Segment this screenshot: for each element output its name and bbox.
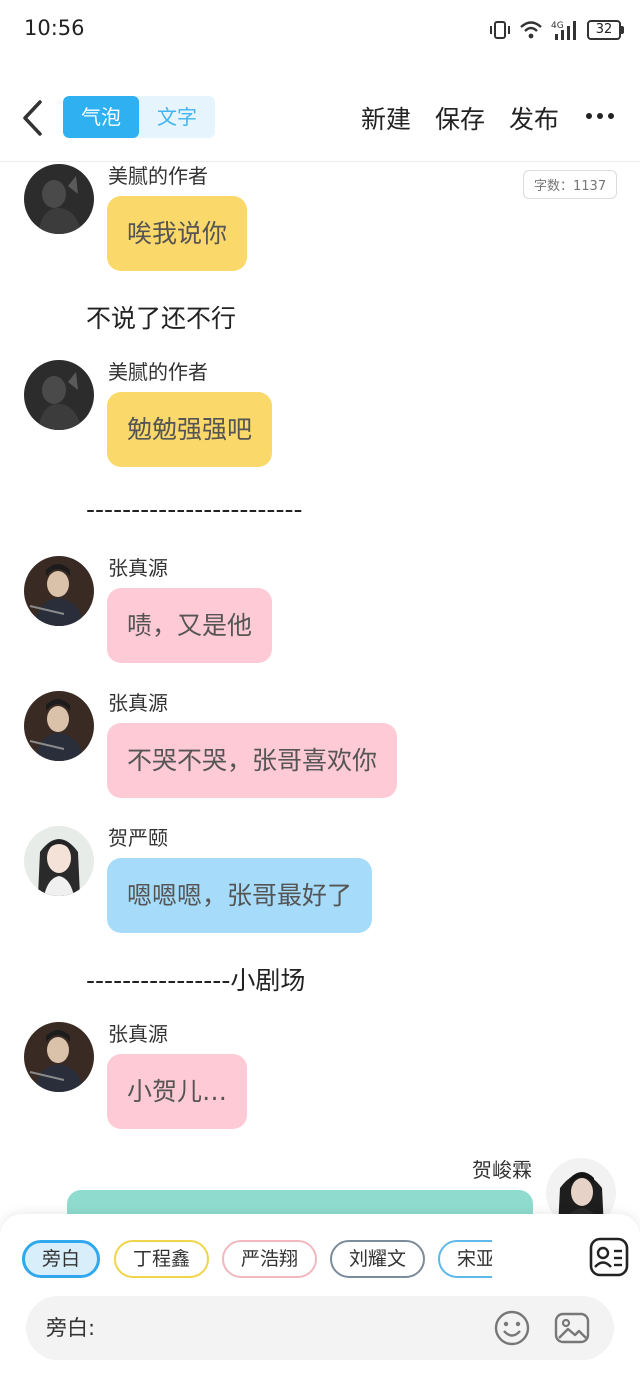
message-bubble[interactable] xyxy=(67,1190,533,1214)
character-selector[interactable]: 旁白 丁程鑫 严浩翔 刘耀文 宋亚轩 xyxy=(22,1240,492,1278)
sender-name: 贺严颐 xyxy=(108,826,168,850)
character-chip[interactable]: 刘耀文 xyxy=(330,1240,425,1278)
input-panel: 旁白 丁程鑫 严浩翔 刘耀文 宋亚轩 旁白: xyxy=(0,1214,640,1387)
wifi-icon xyxy=(520,21,542,39)
avatar[interactable] xyxy=(24,1022,94,1092)
avatar[interactable] xyxy=(24,556,94,626)
new-button[interactable]: 新建 xyxy=(361,100,411,136)
sender-name: 美腻的作者 xyxy=(108,164,208,188)
message-bubble[interactable]: 小贺儿… xyxy=(107,1054,248,1129)
mode-toggle: 气泡 文字 xyxy=(63,96,215,138)
input-role-label: 旁白: xyxy=(46,1316,96,1340)
character-chip[interactable]: 丁程鑫 xyxy=(114,1240,209,1278)
message-input[interactable]: 旁白: xyxy=(26,1296,614,1360)
character-chip[interactable]: 旁白 xyxy=(22,1240,100,1278)
toolbar: 气泡 文字 新建 保存 发布 xyxy=(0,86,640,150)
narration-text: 不说了还不行 xyxy=(86,304,237,333)
message-bubble[interactable]: 不哭不哭，张哥喜欢你 xyxy=(107,723,398,798)
avatar[interactable] xyxy=(546,1158,616,1214)
save-button[interactable]: 保存 xyxy=(435,100,485,136)
image-icon[interactable] xyxy=(554,1310,590,1346)
character-chip[interactable]: 严浩翔 xyxy=(222,1240,317,1278)
battery-icon: 32 xyxy=(587,20,624,40)
status-time: 10:56 xyxy=(24,16,85,40)
vibrate-icon xyxy=(490,21,510,39)
avatar[interactable] xyxy=(24,826,94,896)
more-icon[interactable] xyxy=(584,100,616,132)
word-count: 字数：1137 xyxy=(523,170,618,199)
message-bubble[interactable]: 勉勉强强吧 xyxy=(107,392,273,467)
avatar[interactable] xyxy=(24,691,94,761)
narration-text: ------------------------ xyxy=(86,495,303,524)
character-list-icon[interactable] xyxy=(588,1236,630,1278)
character-chip[interactable]: 宋亚轩 xyxy=(438,1240,492,1278)
tab-text[interactable]: 文字 xyxy=(139,96,215,138)
publish-button[interactable]: 发布 xyxy=(509,100,559,136)
emoji-icon[interactable] xyxy=(494,1310,530,1346)
sender-name: 贺峻霖 xyxy=(472,1158,532,1182)
status-bar: 10:56 4G 32 xyxy=(0,0,640,60)
back-icon[interactable] xyxy=(14,96,54,140)
chat-area[interactable]: 字数：1137 美腻的作者 唉我说你 不说了还不行 美腻的作者 勉勉强强吧 --… xyxy=(0,162,640,1214)
network-type: 4G xyxy=(551,21,564,31)
sender-name: 张真源 xyxy=(108,691,168,715)
avatar[interactable] xyxy=(24,360,94,430)
sender-name: 张真源 xyxy=(108,556,168,580)
avatar[interactable] xyxy=(24,164,94,234)
sender-name: 张真源 xyxy=(108,1022,168,1046)
message-bubble[interactable]: 啧，又是他 xyxy=(107,588,273,663)
narration-text: ----------------小剧场 xyxy=(86,966,306,995)
tab-bubble[interactable]: 气泡 xyxy=(63,96,139,138)
battery-level: 32 xyxy=(587,20,621,40)
message-bubble[interactable]: 唉我说你 xyxy=(107,196,248,271)
signal-icon: 4G xyxy=(551,21,576,40)
message-bubble[interactable]: 嗯嗯嗯，张哥最好了 xyxy=(107,858,373,933)
sender-name: 美腻的作者 xyxy=(108,360,208,384)
status-icons: 4G 32 xyxy=(489,18,624,42)
